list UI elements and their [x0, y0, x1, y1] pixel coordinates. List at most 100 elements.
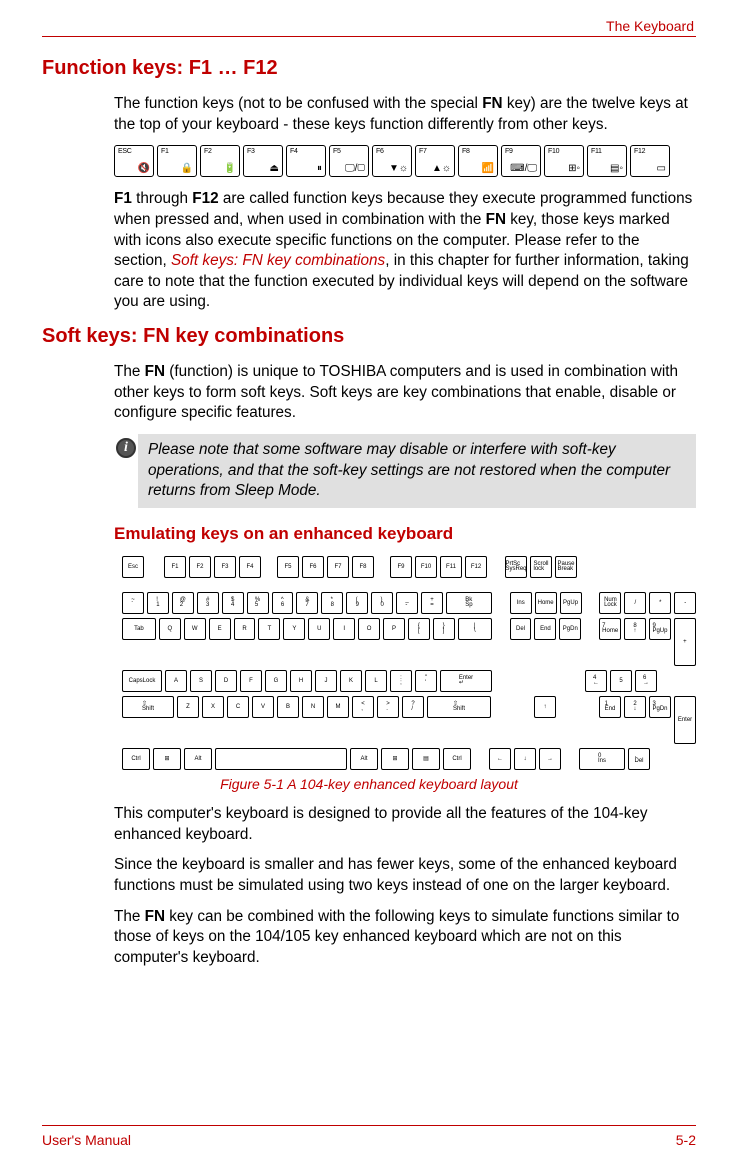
paragraph: The FN key can be combined with the foll…: [114, 907, 696, 969]
keycap: ⇧Shift: [427, 696, 491, 718]
keycap: ⊞: [153, 748, 181, 770]
bold-fn: FN: [145, 363, 165, 380]
keycap: →: [539, 748, 561, 770]
bold-fn: FN: [486, 211, 506, 228]
note-text: Please note that some software may disab…: [138, 434, 696, 508]
keycap: %5: [247, 592, 269, 614]
keycap: F6: [302, 556, 324, 578]
link-soft-keys[interactable]: Soft keys: FN key combinations: [171, 252, 385, 269]
bold-f12: F12: [192, 190, 218, 207]
keycap: #3: [197, 592, 219, 614]
fn-key: F5🖵/▢: [329, 145, 369, 177]
text: The: [114, 363, 145, 380]
keycap: Esc: [122, 556, 144, 578]
paragraph: The function keys (not to be confused wi…: [114, 94, 696, 135]
keycap: M: [327, 696, 349, 718]
keycap: ↑: [534, 696, 556, 718]
keycap: }]: [433, 618, 455, 640]
keycap: F9: [390, 556, 412, 578]
keycap: Ctrl: [443, 748, 471, 770]
keycap: Q: [159, 618, 181, 640]
keycap: N: [302, 696, 324, 718]
keycap: Home: [535, 592, 557, 614]
keycap: _-: [396, 592, 418, 614]
keycap: I: [333, 618, 355, 640]
keycap: 1End: [599, 696, 621, 718]
keycap: ^6: [272, 592, 294, 614]
keycap: U: [308, 618, 330, 640]
keycap: F1: [164, 556, 186, 578]
keycap: 0Ins: [579, 748, 625, 770]
fn-key: F1🔒: [157, 145, 197, 177]
keycap: |\: [458, 618, 492, 640]
keycap: +: [674, 618, 696, 666]
keycap: W: [184, 618, 206, 640]
footer-left: User's Manual: [42, 1132, 131, 1148]
text: through: [132, 190, 192, 207]
keycap: @2: [172, 592, 194, 614]
keycap: 3PgDn: [649, 696, 671, 718]
keycap: /: [624, 592, 646, 614]
keycap: Alt: [184, 748, 212, 770]
keycap: PrtScSysReq: [505, 556, 527, 578]
keycap: Ctrl: [122, 748, 150, 770]
footer-right: 5-2: [676, 1132, 696, 1148]
keycap: Enter: [674, 696, 696, 744]
keycap: ←: [489, 748, 511, 770]
keycap: Ins: [510, 592, 532, 614]
keycap: V: [252, 696, 274, 718]
keycap: B: [277, 696, 299, 718]
section-heading-function-keys: Function keys: F1 … F12: [42, 57, 696, 80]
keycap: [215, 748, 347, 770]
bold-f1: F1: [114, 190, 132, 207]
keycap: 9PgUp: [649, 618, 671, 640]
bold-fn: FN: [145, 908, 165, 925]
keycap: 8↑: [624, 618, 646, 640]
info-icon: i: [114, 434, 138, 458]
keycap: F3: [214, 556, 236, 578]
keycap: .Del: [628, 748, 650, 770]
keycap: C: [227, 696, 249, 718]
header-rule: [42, 36, 696, 37]
keycap: )0: [371, 592, 393, 614]
paragraph: Since the keyboard is smaller and has fe…: [114, 855, 696, 896]
keycap: F4: [239, 556, 261, 578]
keycap: ⇧Shift: [122, 696, 174, 718]
subsection-heading-emulating: Emulating keys on an enhanced keyboard: [114, 524, 696, 544]
page-header-chapter: The Keyboard: [42, 18, 696, 36]
fn-key: F9⌨/🖵: [501, 145, 541, 177]
keycap: 7Home: [599, 618, 621, 640]
text: The: [114, 908, 145, 925]
paragraph: This computer's keyboard is designed to …: [114, 804, 696, 845]
keycap: *: [649, 592, 671, 614]
keycap: Scrolllock: [530, 556, 552, 578]
paragraph: F1 through F12 are called function keys …: [114, 189, 696, 313]
keycap: F12: [465, 556, 487, 578]
keycap: F11: [440, 556, 462, 578]
keycap: Z: [177, 696, 199, 718]
text: (function) is unique to TOSHIBA computer…: [114, 363, 678, 421]
keycap: Y: [283, 618, 305, 640]
keycap: F10: [415, 556, 437, 578]
keycap: !1: [147, 592, 169, 614]
footer-rule: [42, 1125, 696, 1126]
fn-key: F2🔋: [200, 145, 240, 177]
keycap: ↓: [514, 748, 536, 770]
keycap: O: [358, 618, 380, 640]
keycap: ⊞: [381, 748, 409, 770]
figure-caption: Figure 5-1 A 104-key enhanced keyboard l…: [114, 776, 624, 792]
keycap: 5: [610, 670, 632, 692]
fn-key: F3⏏: [243, 145, 283, 177]
keycap: (9: [346, 592, 368, 614]
keycap: ~`: [122, 592, 144, 614]
keycap: T: [258, 618, 280, 640]
text: The function keys (not to be confused wi…: [114, 95, 482, 112]
keycap: Alt: [350, 748, 378, 770]
keycap: >.: [377, 696, 399, 718]
keycap: PgDn: [559, 618, 581, 640]
keycap: F8: [352, 556, 374, 578]
keycap: -: [674, 592, 696, 614]
keycap: ▤: [412, 748, 440, 770]
fn-key: F7▲☼: [415, 145, 455, 177]
bold-fn: FN: [482, 95, 502, 112]
